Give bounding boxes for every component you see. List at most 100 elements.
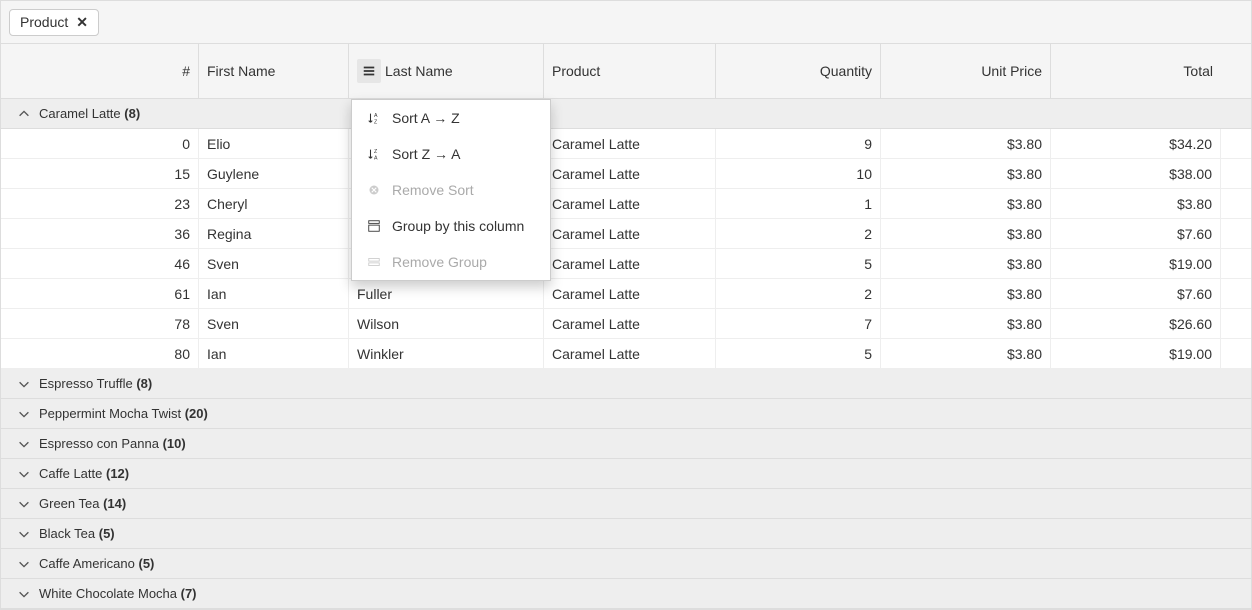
cell-num: 80 bbox=[1, 339, 199, 368]
menu-sort-desc[interactable]: ZA Sort Z → A bbox=[352, 136, 550, 172]
table-row[interactable]: 46Sven Caramel Latte5$3.80$19.00 bbox=[1, 249, 1251, 279]
group-row-collapsed[interactable]: Espresso Truffle (8) bbox=[1, 369, 1251, 399]
menu-sort-asc-label: Sort A → Z bbox=[392, 110, 460, 126]
cell-product: Caramel Latte bbox=[544, 309, 716, 338]
column-header-quantity[interactable]: Quantity bbox=[716, 44, 881, 98]
group-row-collapsed[interactable]: White Chocolate Mocha (7) bbox=[1, 579, 1251, 609]
cell-num: 0 bbox=[1, 129, 199, 158]
cell-product: Caramel Latte bbox=[544, 249, 716, 278]
table-row[interactable]: 0ElioCaramel Latte9$3.80$34.20 bbox=[1, 129, 1251, 159]
column-header-product[interactable]: Product bbox=[544, 44, 716, 98]
column-header-num-label: # bbox=[182, 63, 190, 79]
table-row[interactable]: 78SvenWilsonCaramel Latte7$3.80$26.60 bbox=[1, 309, 1251, 339]
cell-total: $7.60 bbox=[1051, 279, 1221, 308]
cell-unit-price: $3.80 bbox=[881, 249, 1051, 278]
chevron-down-icon bbox=[15, 407, 33, 421]
column-header-row: # First Name Last Name Product Quantity … bbox=[1, 44, 1251, 99]
group-row-collapsed[interactable]: Caffe Latte (12) bbox=[1, 459, 1251, 489]
column-header-product-label: Product bbox=[552, 63, 600, 79]
group-panel: Product ✕ bbox=[1, 1, 1251, 44]
column-header-unit-price[interactable]: Unit Price bbox=[881, 44, 1051, 98]
svg-text:Z: Z bbox=[374, 119, 378, 125]
column-header-last-name[interactable]: Last Name bbox=[349, 44, 544, 98]
chevron-down-icon bbox=[15, 377, 33, 391]
group-row-collapsed[interactable]: Peppermint Mocha Twist (20) bbox=[1, 399, 1251, 429]
cell-total: $38.00 bbox=[1051, 159, 1221, 188]
chevron-down-icon bbox=[15, 527, 33, 541]
cell-product: Caramel Latte bbox=[544, 189, 716, 218]
chevron-down-icon bbox=[15, 497, 33, 511]
svg-text:A: A bbox=[374, 113, 378, 119]
grid-body[interactable]: Caramel Latte (8) 0ElioCaramel Latte9$3.… bbox=[1, 99, 1251, 610]
cell-quantity: 10 bbox=[716, 159, 881, 188]
cell-unit-price: $3.80 bbox=[881, 189, 1051, 218]
menu-remove-sort: Remove Sort bbox=[352, 172, 550, 208]
table-row[interactable]: 15GuyleneCaramel Latte10$3.80$38.00 bbox=[1, 159, 1251, 189]
cell-product: Caramel Latte bbox=[544, 279, 716, 308]
group-label: Caffe Latte (12) bbox=[39, 466, 129, 481]
cell-last-name: Winkler bbox=[349, 339, 544, 368]
group-row-collapsed[interactable]: Black Tea (5) bbox=[1, 519, 1251, 549]
close-icon[interactable]: ✕ bbox=[76, 14, 88, 31]
cell-first-name: Sven bbox=[199, 249, 349, 278]
group-label: Peppermint Mocha Twist (20) bbox=[39, 406, 208, 421]
group-label: Green Tea (14) bbox=[39, 496, 126, 511]
cell-unit-price: $3.80 bbox=[881, 309, 1051, 338]
group-row-collapsed[interactable]: Caffe Americano (5) bbox=[1, 549, 1251, 579]
cell-total: $19.00 bbox=[1051, 249, 1221, 278]
column-header-total[interactable]: Total bbox=[1051, 44, 1221, 98]
cell-total: $19.00 bbox=[1051, 339, 1221, 368]
table-row[interactable]: 23CherylCaramel Latte1$3.80$3.80 bbox=[1, 189, 1251, 219]
group-label: Caramel Latte (8) bbox=[39, 106, 140, 121]
cell-quantity: 9 bbox=[716, 129, 881, 158]
chevron-down-icon bbox=[15, 587, 33, 601]
hamburger-icon bbox=[362, 64, 376, 78]
column-header-num[interactable]: # bbox=[1, 44, 199, 98]
cell-first-name: Guylene bbox=[199, 159, 349, 188]
cell-first-name: Regina bbox=[199, 219, 349, 248]
cell-total: $34.20 bbox=[1051, 129, 1221, 158]
cell-product: Caramel Latte bbox=[544, 129, 716, 158]
cell-first-name: Sven bbox=[199, 309, 349, 338]
cell-product: Caramel Latte bbox=[544, 219, 716, 248]
group-row-expanded[interactable]: Caramel Latte (8) bbox=[1, 99, 1251, 129]
column-header-price-label: Unit Price bbox=[981, 63, 1042, 79]
table-row[interactable]: 36ReginaCaramel Latte2$3.80$7.60 bbox=[1, 219, 1251, 249]
column-menu-button[interactable] bbox=[357, 59, 381, 83]
remove-group-icon bbox=[364, 255, 384, 269]
column-context-menu: AZ Sort A → Z ZA Sort Z → A Remove Sort … bbox=[351, 99, 551, 281]
column-header-first-label: First Name bbox=[207, 63, 275, 79]
chevron-up-icon bbox=[15, 107, 33, 121]
group-row-collapsed[interactable]: Green Tea (14) bbox=[1, 489, 1251, 519]
cell-quantity: 2 bbox=[716, 279, 881, 308]
cell-quantity: 5 bbox=[716, 249, 881, 278]
cell-total: $3.80 bbox=[1051, 189, 1221, 218]
group-label: Black Tea (5) bbox=[39, 526, 115, 541]
group-label: White Chocolate Mocha (7) bbox=[39, 586, 197, 601]
cell-num: 46 bbox=[1, 249, 199, 278]
cell-num: 23 bbox=[1, 189, 199, 218]
group-tag-product[interactable]: Product ✕ bbox=[9, 9, 99, 36]
cell-first-name: Ian bbox=[199, 279, 349, 308]
menu-remove-sort-label: Remove Sort bbox=[392, 182, 474, 198]
column-header-first-name[interactable]: First Name bbox=[199, 44, 349, 98]
group-row-collapsed[interactable]: Espresso con Panna (10) bbox=[1, 429, 1251, 459]
table-row[interactable]: 80IanWinklerCaramel Latte5$3.80$19.00 bbox=[1, 339, 1251, 369]
chevron-down-icon bbox=[15, 557, 33, 571]
chevron-down-icon bbox=[15, 437, 33, 451]
svg-text:A: A bbox=[374, 155, 378, 161]
sort-asc-icon: AZ bbox=[364, 111, 384, 125]
cell-total: $26.60 bbox=[1051, 309, 1221, 338]
cell-quantity: 7 bbox=[716, 309, 881, 338]
group-label: Espresso con Panna (10) bbox=[39, 436, 186, 451]
menu-sort-asc[interactable]: AZ Sort A → Z bbox=[352, 100, 550, 136]
cell-product: Caramel Latte bbox=[544, 159, 716, 188]
table-row[interactable]: 61IanFullerCaramel Latte2$3.80$7.60 bbox=[1, 279, 1251, 309]
column-header-last-label: Last Name bbox=[385, 63, 453, 79]
menu-remove-group-label: Remove Group bbox=[392, 254, 487, 270]
cell-last-name: Wilson bbox=[349, 309, 544, 338]
sort-desc-icon: ZA bbox=[364, 147, 384, 161]
cell-unit-price: $3.80 bbox=[881, 159, 1051, 188]
cell-quantity: 2 bbox=[716, 219, 881, 248]
menu-group-by[interactable]: Group by this column bbox=[352, 208, 550, 244]
